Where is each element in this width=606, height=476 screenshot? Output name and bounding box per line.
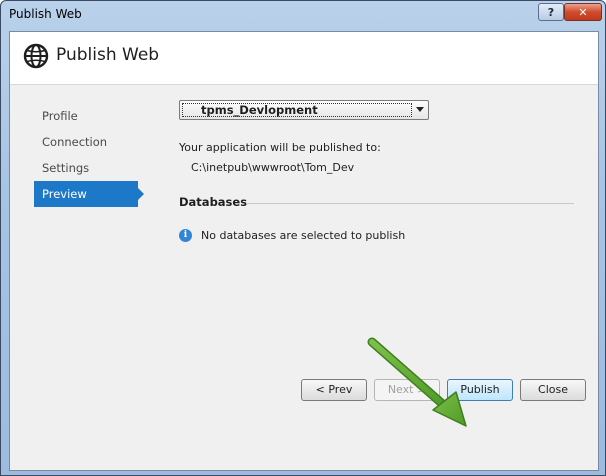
help-button[interactable]: ? [538,3,564,21]
published-path: C:\inetpub\wwwroot\Tom_Dev [191,161,355,174]
info-icon: i [179,229,192,242]
dialog-body: Profile Connection Settings Preview tpms… [10,85,598,470]
title-bar[interactable]: Publish Web ? ✕ [1,1,605,29]
chevron-down-icon [416,107,424,112]
close-icon: ✕ [578,5,588,19]
nav-item-settings[interactable]: Settings [34,155,146,181]
close-button[interactable]: Close [520,379,586,401]
nav-item-preview[interactable]: Preview [34,181,144,207]
preview-content: tpms_Devlopment Your application will be… [179,97,579,397]
window-close-button[interactable]: ✕ [564,3,602,21]
profile-dropdown[interactable]: tpms_Devlopment [179,100,429,120]
databases-message: No databases are selected to publish [201,229,406,242]
databases-divider [246,203,574,204]
publish-button[interactable]: Publish [447,379,513,401]
help-icon: ? [547,5,555,19]
next-button[interactable]: Next > [374,379,440,401]
dialog-client: Publish Web Profile Connection Settings … [9,31,599,471]
window-title: Publish Web [9,7,82,21]
prev-button[interactable]: < Prev [301,379,367,401]
publish-web-window: Publish Web ? ✕ Publish Web Profile Conn… [0,0,606,476]
wizard-nav: Profile Connection Settings Preview [34,103,146,207]
published-to-label: Your application will be published to: [179,141,381,154]
databases-header: Databases [179,195,248,209]
dialog-header: Publish Web [10,32,598,85]
nav-item-profile[interactable]: Profile [34,103,146,129]
globe-icon [23,43,49,69]
profile-selected-value: tpms_Devlopment [182,103,412,117]
nav-item-connection[interactable]: Connection [34,129,146,155]
wizard-panel: Profile Connection Settings Preview tpms… [24,97,586,403]
page-title: Publish Web [56,45,160,65]
